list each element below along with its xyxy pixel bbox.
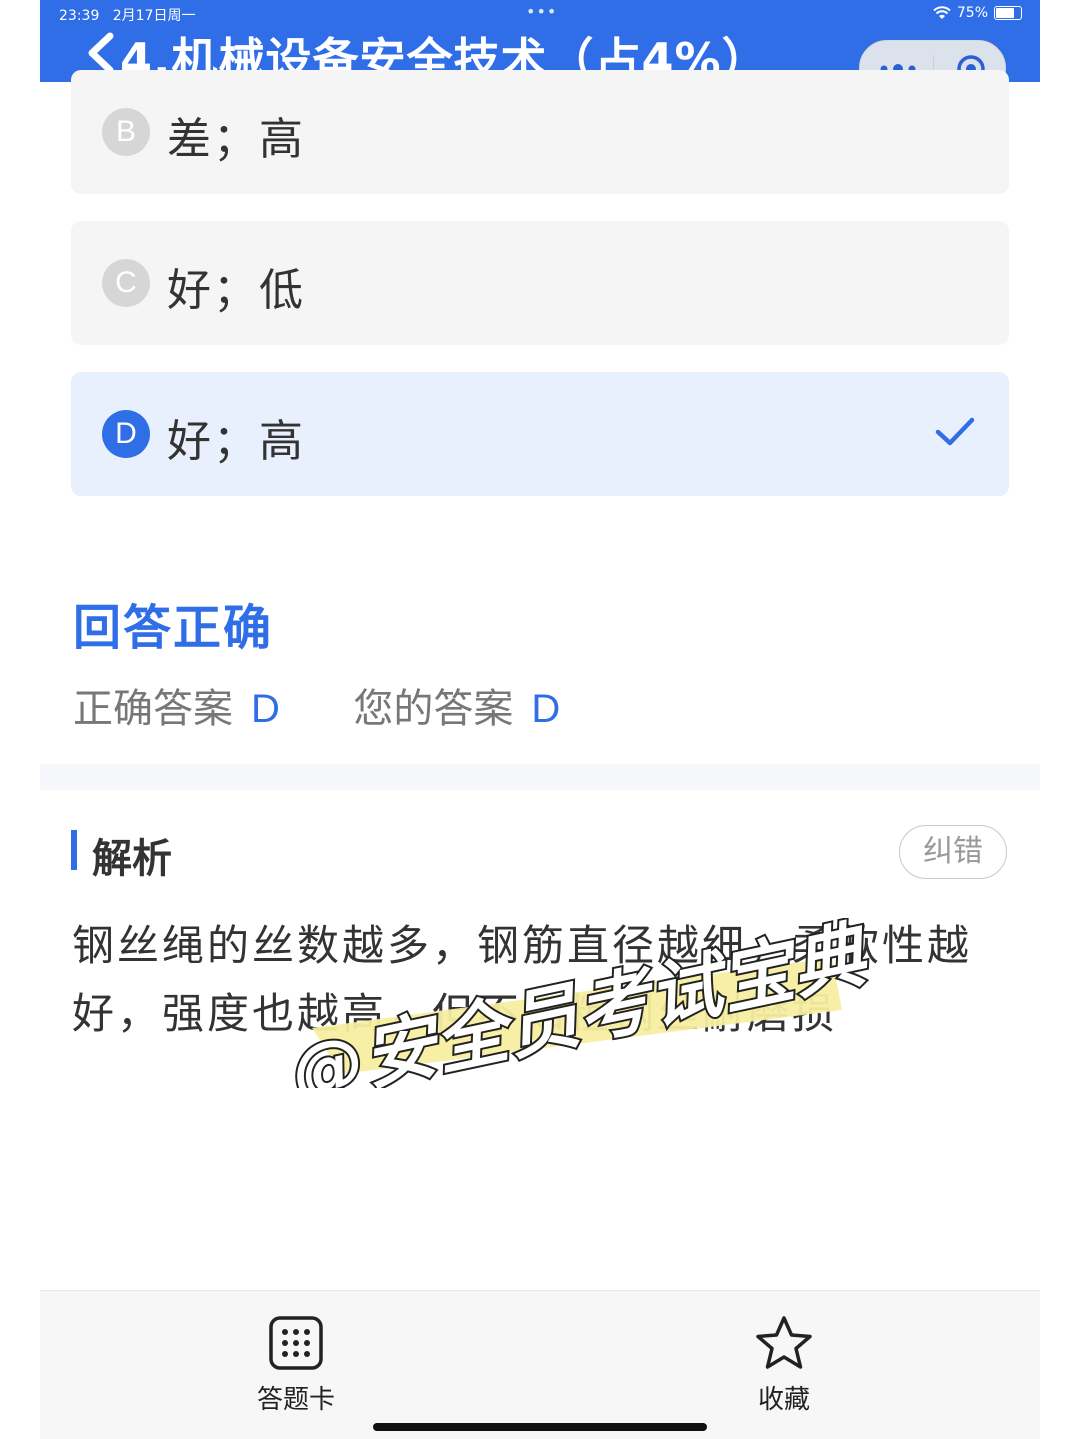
option-text: 好；低	[167, 265, 305, 316]
bottom-toolbar: 答题卡 收藏	[40, 1290, 1040, 1439]
home-indicator[interactable]	[373, 1423, 707, 1431]
screen: 23:39 2月17日周一 ••• 75% 4.机械设备安全技术（占4%） B …	[40, 0, 1040, 1439]
battery-icon	[994, 6, 1022, 20]
section-divider	[40, 764, 1040, 790]
option-letter-badge: C	[102, 259, 150, 307]
answer-card-label: 答题卡	[256, 1385, 335, 1415]
star-icon	[756, 1316, 812, 1369]
analysis-title: 解析	[92, 836, 172, 882]
watermark-text: @安全员考试宝典	[284, 918, 872, 1088]
option-text: 差；高	[167, 114, 305, 165]
status-indicators: 75%	[933, 5, 1022, 21]
status-time: 23:39 2月17日周一	[59, 5, 195, 25]
correct-answer-value: D	[251, 687, 280, 731]
option-b[interactable]: B 差；高	[71, 70, 1009, 194]
answer-summary: 正确答案 D 您的答案 D	[73, 676, 560, 734]
favorite-label: 收藏	[757, 1385, 810, 1415]
answer-result-status: 回答正确	[73, 600, 274, 656]
watermark-overlay: @安全员考试宝典	[282, 918, 872, 1088]
grid-icon	[269, 1316, 323, 1370]
wifi-icon	[933, 6, 951, 19]
correct-answer-label: 正确答案	[73, 686, 233, 732]
option-c[interactable]: C 好；低	[71, 221, 1009, 345]
section-accent-bar	[71, 830, 77, 870]
your-answer-value: D	[531, 687, 561, 731]
report-error-button[interactable]: 纠错	[899, 825, 1007, 879]
your-answer-label: 您的答案	[353, 686, 514, 732]
answer-card-tab[interactable]: 答题卡	[236, 1315, 356, 1416]
multitask-dots[interactable]: •••	[526, 2, 557, 21]
status-date: 2月17日周一	[112, 8, 196, 24]
option-text: 好；高	[167, 416, 305, 467]
option-letter-badge: B	[102, 108, 150, 156]
status-clock: 23:39	[59, 8, 100, 24]
checkmark-icon	[935, 417, 975, 446]
favorite-tab[interactable]: 收藏	[724, 1315, 844, 1416]
battery-percent: 75%	[956, 5, 988, 21]
option-letter-badge: D	[102, 410, 150, 458]
option-d[interactable]: D 好；高	[71, 372, 1009, 496]
